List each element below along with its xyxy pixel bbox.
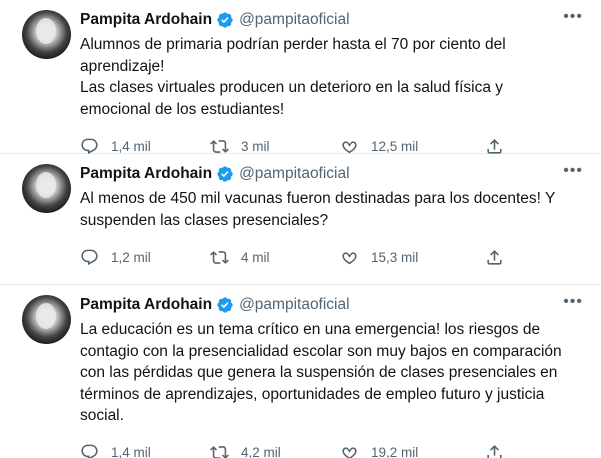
tweet-header: Pampita Ardohain @pampitaoficial — [80, 10, 585, 30]
retweet-button[interactable]: 4,2 mil — [210, 443, 340, 458]
like-button[interactable]: 15,3 mil — [340, 248, 470, 267]
share-button[interactable] — [485, 248, 516, 267]
more-icon[interactable]: ••• — [563, 294, 583, 310]
retweet-icon — [210, 250, 229, 264]
reply-count: 1,4 mil — [111, 138, 151, 154]
more-icon[interactable]: ••• — [563, 9, 583, 25]
tweet[interactable]: Pampita Ardohain @pampitaoficial ••• Alu… — [0, 0, 601, 154]
heart-icon — [342, 140, 357, 153]
reply-button[interactable]: 1,2 mil — [80, 248, 210, 267]
tweet-header: Pampita Ardohain @pampitaoficial — [80, 164, 585, 184]
verified-badge-icon — [216, 296, 234, 314]
heart-icon — [342, 447, 357, 458]
tweet-text: La educación es un tema crítico en una e… — [80, 321, 566, 424]
tweet-actions: 1,4 mil 4,2 mil 19,2 mil — [80, 435, 585, 458]
like-count: 15,3 mil — [371, 249, 419, 265]
reply-count: 1,4 mil — [111, 445, 151, 458]
retweet-button[interactable]: 3 mil — [210, 137, 340, 156]
tweet-header: Pampita Ardohain @pampitaoficial — [80, 295, 585, 315]
author-handle[interactable]: @pampitaoficial — [239, 11, 350, 29]
author-name[interactable]: Pampita Ardohain — [80, 296, 212, 314]
tweet-text: Alumnos de primaria podrían perder hasta… — [80, 36, 506, 118]
share-button[interactable] — [485, 137, 516, 156]
retweet-icon — [210, 446, 229, 458]
like-button[interactable]: 19,2 mil — [340, 443, 470, 458]
retweet-icon — [210, 139, 229, 153]
reply-icon — [81, 249, 98, 265]
verified-badge-icon — [216, 165, 234, 183]
tweet-body: Pampita Ardohain @pampitaoficial Al meno… — [80, 164, 585, 284]
tweet-body: Pampita Ardohain @pampitaoficial ••• Alu… — [80, 9, 585, 156]
author-handle[interactable]: @pampitaoficial — [239, 296, 350, 314]
retweet-button[interactable]: 4 mil — [210, 248, 340, 267]
avatar[interactable] — [22, 10, 71, 59]
reply-button[interactable]: 1,4 mil — [80, 443, 210, 458]
avatar-column — [16, 10, 80, 153]
like-button[interactable]: 12,5 mil — [340, 137, 470, 156]
heart-icon — [342, 251, 357, 264]
reply-icon — [81, 138, 98, 154]
reply-count: 1,2 mil — [111, 249, 151, 265]
more-icon[interactable]: ••• — [563, 163, 583, 179]
avatar-column — [16, 164, 80, 284]
tweet-text: Al menos de 450 mil vacunas fueron desti… — [80, 190, 560, 229]
retweet-count: 4,2 mil — [241, 445, 281, 458]
retweet-count: 4 mil — [241, 249, 270, 265]
share-icon — [487, 445, 502, 458]
author-handle[interactable]: @pampitaoficial — [239, 165, 350, 183]
timeline: Pampita Ardohain @pampitaoficial ••• Alu… — [0, 0, 601, 458]
reply-button[interactable]: 1,4 mil — [80, 137, 210, 156]
share-icon — [487, 249, 502, 265]
reply-icon — [81, 444, 98, 458]
tweet[interactable]: Pampita Ardohain @pampitaoficial La educ… — [0, 285, 601, 458]
retweet-count: 3 mil — [241, 138, 270, 154]
avatar-column — [16, 295, 80, 458]
tweet-body: Pampita Ardohain @pampitaoficial La educ… — [80, 295, 585, 458]
like-count: 19,2 mil — [371, 445, 419, 458]
share-button[interactable] — [485, 443, 516, 458]
tweet-actions: 1,2 mil 4 mil 15,3 mil — [80, 239, 585, 275]
avatar[interactable] — [22, 164, 71, 213]
like-count: 12,5 mil — [371, 138, 419, 154]
tweet[interactable]: Pampita Ardohain @pampitaoficial Al meno… — [0, 154, 601, 285]
author-name[interactable]: Pampita Ardohain — [80, 11, 212, 29]
verified-badge-icon — [216, 11, 234, 29]
avatar[interactable] — [22, 295, 71, 344]
author-name[interactable]: Pampita Ardohain — [80, 165, 212, 183]
share-icon — [487, 138, 502, 154]
